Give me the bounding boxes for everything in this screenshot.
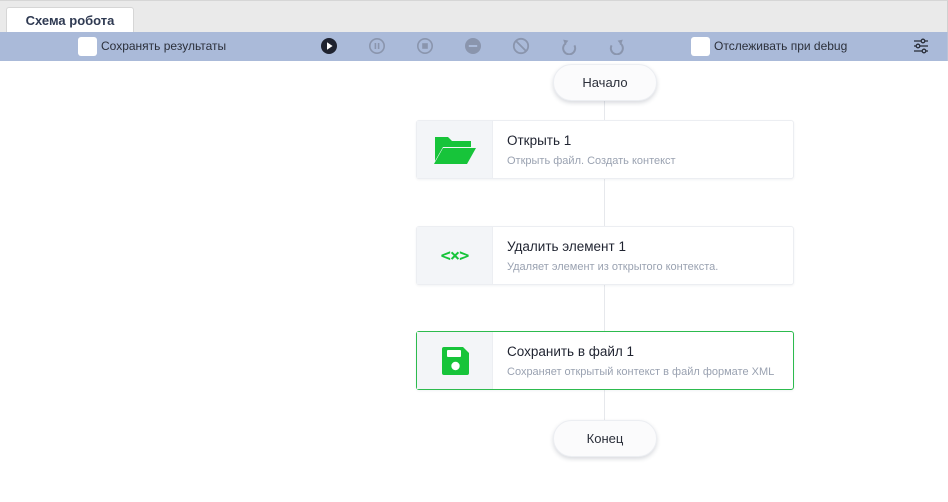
pause-icon	[369, 38, 385, 54]
toolbar: Сохранять результаты Отслеживать при deb…	[0, 32, 948, 61]
tab-robot-scheme[interactable]: Схема робота	[6, 7, 134, 33]
robot-scheme-window: Схема робота Сохранять результаты Отслеж…	[0, 0, 948, 502]
track-debug-label: Отслеживать при debug	[714, 39, 848, 53]
node-description: Сохраняет открытый контекст в файл форма…	[507, 366, 775, 378]
node-open-file[interactable]: Открыть 1 Открыть файл. Создать контекст	[416, 120, 794, 179]
settings-button[interactable]	[912, 37, 930, 55]
node-description: Удаляет элемент из открытого контекста.	[507, 261, 719, 273]
flow-canvas[interactable]: Начало Открыть 1 Открыть файл. Создать к…	[0, 61, 948, 502]
remove-button[interactable]	[464, 37, 482, 55]
node-icon-box	[417, 332, 493, 389]
redo-icon	[609, 39, 624, 55]
start-node[interactable]: Начало	[553, 64, 657, 101]
redo-button[interactable]	[608, 37, 626, 55]
play-icon	[321, 38, 337, 54]
node-title: Удалить элемент 1	[507, 239, 626, 254]
folder-open-icon	[433, 136, 476, 164]
undo-button[interactable]	[560, 37, 578, 55]
undo-icon	[562, 39, 577, 55]
stop-icon	[417, 38, 433, 54]
node-icon-box: <×>	[417, 227, 493, 284]
tab-bar: Схема робота	[0, 0, 948, 33]
play-button[interactable]	[320, 37, 338, 55]
disable-button[interactable]	[512, 37, 530, 55]
sliders-icon	[914, 38, 928, 54]
node-delete-element[interactable]: <×> Удалить элемент 1 Удаляет элемент из…	[416, 226, 794, 285]
save-icon	[441, 346, 469, 375]
save-results-label: Сохранять результаты	[101, 39, 227, 53]
track-debug-checkbox[interactable]	[691, 37, 710, 56]
block-icon	[512, 37, 530, 55]
code-x-icon: <×>	[440, 245, 470, 266]
pause-button[interactable]	[368, 37, 386, 55]
node-description: Открыть файл. Создать контекст	[507, 155, 676, 167]
node-title: Открыть 1	[507, 133, 572, 148]
node-icon-box	[417, 121, 493, 178]
node-save-to-file[interactable]: Сохранить в файл 1 Сохраняет открытый ко…	[416, 331, 794, 390]
node-title: Сохранить в файл 1	[507, 344, 635, 359]
save-results-checkbox[interactable]	[78, 37, 97, 56]
minus-circle-icon	[465, 38, 481, 54]
end-node[interactable]: Конец	[553, 420, 657, 457]
stop-button[interactable]	[416, 37, 434, 55]
